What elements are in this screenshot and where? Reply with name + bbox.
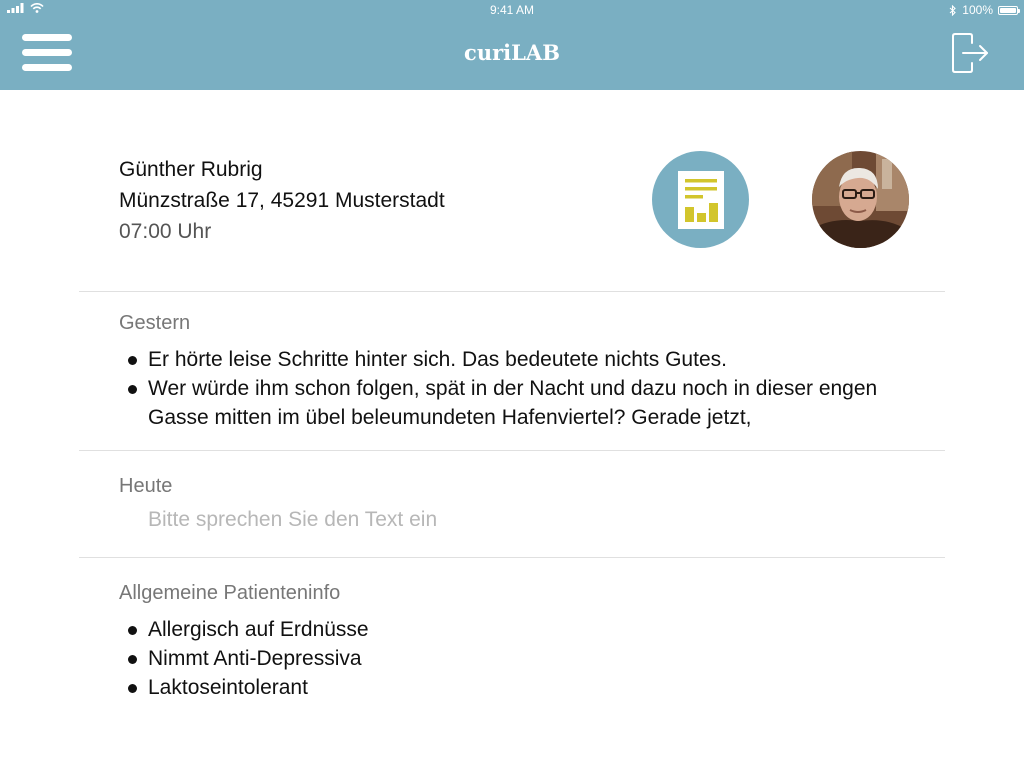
bullet-icon — [128, 684, 137, 693]
section-title-general: Allgemeine Patienteninfo — [119, 582, 341, 604]
section-title-today: Heute — [119, 475, 173, 497]
list-item-text: Wer würde ihm schon folgen, spät in der … — [148, 377, 878, 429]
battery-icon — [998, 5, 1020, 15]
yesterday-notes: Er hörte leise Schritte hinter sich. Das… — [124, 345, 884, 432]
dictation-input[interactable] — [148, 508, 848, 532]
patient-name: Günther Rubrig — [119, 158, 263, 181]
list-item: Allergisch auf Erdnüsse — [124, 615, 884, 644]
list-item: Er hörte leise Schritte hinter sich. Das… — [124, 345, 884, 374]
status-time: 9:41 AM — [489, 3, 535, 17]
divider — [79, 450, 945, 451]
bluetooth-icon — [949, 4, 957, 16]
report-document-icon — [678, 171, 724, 229]
list-item: Laktoseintolerant — [124, 673, 884, 702]
patient-avatar[interactable] — [812, 151, 909, 248]
bullet-icon — [128, 655, 137, 664]
logout-icon — [952, 33, 988, 73]
patient-info: Günther Rubrig Münzstraße 17, 45291 Must… — [119, 154, 445, 247]
logout-button[interactable] — [948, 31, 992, 75]
battery-percent: 100% — [962, 3, 993, 17]
list-item: Nimmt Anti-Depressiva — [124, 644, 884, 673]
app-screen: 9:41 AM 100% curiLAB Günther Rubrig Münz… — [0, 0, 1024, 768]
list-item-text: Er hörte leise Schritte hinter sich. Das… — [148, 348, 727, 371]
list-item-text: Laktoseintolerant — [148, 676, 308, 699]
list-item: Wer würde ihm schon folgen, spät in der … — [124, 374, 884, 432]
patient-photo — [812, 151, 909, 248]
general-info-list: Allergisch auf Erdnüsse Nimmt Anti-Depre… — [124, 615, 884, 702]
list-item-text: Allergisch auf Erdnüsse — [148, 618, 369, 641]
report-button[interactable] — [652, 151, 749, 248]
list-item-text: Nimmt Anti-Depressiva — [148, 647, 362, 670]
patient-address: Münzstraße 17, 45291 Musterstadt — [119, 189, 445, 212]
battery-level-fill — [1000, 7, 1016, 13]
bullet-icon — [128, 626, 137, 635]
app-title: curiLAB — [464, 40, 560, 65]
divider — [79, 557, 945, 558]
bullet-icon — [128, 385, 137, 394]
status-bar: 9:41 AM 100% — [0, 0, 1024, 20]
appointment-time: 07:00 Uhr — [119, 220, 212, 243]
section-title-yesterday: Gestern — [119, 312, 191, 334]
top-bar: 9:41 AM 100% curiLAB — [0, 0, 1024, 90]
divider — [79, 291, 945, 292]
status-right: 100% — [949, 3, 1020, 17]
bullet-icon — [128, 356, 137, 365]
